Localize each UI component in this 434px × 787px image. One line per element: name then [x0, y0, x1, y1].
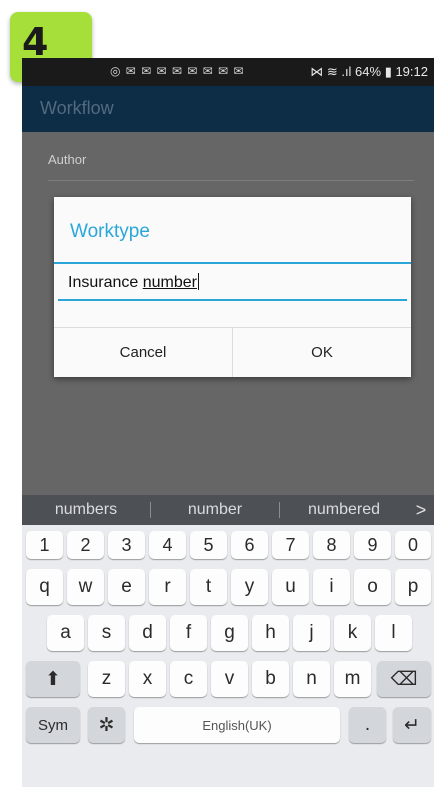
- key-s[interactable]: s: [88, 615, 125, 651]
- key-i[interactable]: i: [313, 569, 350, 605]
- key-p[interactable]: p: [395, 569, 431, 605]
- key-y[interactable]: y: [231, 569, 268, 605]
- dialog-buttons: Cancel OK: [54, 327, 411, 377]
- key-d[interactable]: d: [129, 615, 166, 651]
- author-label: Author: [48, 152, 87, 167]
- worktype-input[interactable]: Insurance number: [58, 269, 407, 301]
- key-r[interactable]: r: [149, 569, 186, 605]
- suggestion-numbers[interactable]: numbers: [22, 501, 150, 519]
- key-o[interactable]: o: [354, 569, 391, 605]
- key-c[interactable]: c: [170, 661, 207, 697]
- key-e[interactable]: e: [108, 569, 145, 605]
- period-key[interactable]: .: [349, 707, 386, 743]
- input-text-composing: number: [142, 274, 197, 291]
- status-bar: ◎ ✉ ✉ ✉ ✉ ✉ ✉ ✉ ✉ ⋈ ≋ .ıl 64% ▮ 19:12: [22, 58, 434, 86]
- space-key[interactable]: English(UK): [134, 707, 340, 743]
- key-3[interactable]: 3: [108, 531, 145, 559]
- author-divider: [48, 180, 414, 181]
- key-a[interactable]: a: [47, 615, 84, 651]
- key-k[interactable]: k: [334, 615, 371, 651]
- dialog-title-divider: [54, 262, 411, 264]
- key-h[interactable]: h: [252, 615, 289, 651]
- cancel-button[interactable]: Cancel: [54, 328, 232, 377]
- suggestion-numbered[interactable]: numbered: [280, 501, 408, 519]
- key-v[interactable]: v: [211, 661, 248, 697]
- key-7[interactable]: 7: [272, 531, 309, 559]
- key-l[interactable]: l: [375, 615, 412, 651]
- key-2[interactable]: 2: [67, 531, 104, 559]
- ok-button[interactable]: OK: [232, 328, 411, 377]
- key-b[interactable]: b: [252, 661, 289, 697]
- key-0[interactable]: 0: [395, 531, 431, 559]
- key-t[interactable]: t: [190, 569, 227, 605]
- sym-key[interactable]: Sym: [26, 707, 80, 743]
- suggestion-bar: numbers number numbered >: [22, 495, 434, 525]
- text-caret: [197, 273, 199, 290]
- key-6[interactable]: 6: [231, 531, 268, 559]
- dialog-title: Worktype: [70, 221, 150, 242]
- key-4[interactable]: 4: [149, 531, 186, 559]
- page: 4 ◎ ✉ ✉ ✉ ✉ ✉ ✉ ✉ ✉ ⋈ ≋ .ıl 64% ▮ 19:12 …: [0, 0, 434, 787]
- status-indicators: ⋈ ≋ .ıl 64% ▮ 19:12: [310, 64, 428, 79]
- backspace-key-icon[interactable]: ⌫: [377, 661, 431, 697]
- key-8[interactable]: 8: [313, 531, 350, 559]
- worktype-dialog: Worktype Insurance number Cancel OK: [54, 197, 411, 377]
- phone-screen: ◎ ✉ ✉ ✉ ✉ ✉ ✉ ✉ ✉ ⋈ ≋ .ıl 64% ▮ 19:12 Wo…: [22, 58, 434, 787]
- more-suggestions-icon[interactable]: >: [408, 500, 434, 521]
- soft-keyboard: numbers number numbered > 1 2 3 4 5 6 7 …: [22, 495, 434, 787]
- input-underline: [58, 299, 407, 301]
- app-title: Workflow: [40, 98, 114, 118]
- app-bar: Workflow: [22, 86, 434, 132]
- enter-key-icon[interactable]: ↵: [393, 707, 431, 743]
- suggestion-number[interactable]: number: [151, 501, 279, 519]
- key-g[interactable]: g: [211, 615, 248, 651]
- key-u[interactable]: u: [272, 569, 309, 605]
- key-w[interactable]: w: [67, 569, 104, 605]
- key-m[interactable]: m: [334, 661, 371, 697]
- notification-icons: ◎ ✉ ✉ ✉ ✉ ✉ ✉ ✉ ✉: [110, 64, 245, 78]
- settings-gear-icon[interactable]: ✲: [88, 707, 125, 743]
- key-n[interactable]: n: [293, 661, 330, 697]
- key-z[interactable]: z: [88, 661, 125, 697]
- input-text-prefix: Insurance: [68, 274, 143, 291]
- key-9[interactable]: 9: [354, 531, 391, 559]
- key-j[interactable]: j: [293, 615, 330, 651]
- shift-key-icon[interactable]: ⬆: [26, 661, 80, 697]
- key-5[interactable]: 5: [190, 531, 227, 559]
- key-1[interactable]: 1: [26, 531, 63, 559]
- worktype-input-value: Insurance number: [68, 273, 199, 292]
- key-q[interactable]: q: [26, 569, 63, 605]
- key-f[interactable]: f: [170, 615, 207, 651]
- key-x[interactable]: x: [129, 661, 166, 697]
